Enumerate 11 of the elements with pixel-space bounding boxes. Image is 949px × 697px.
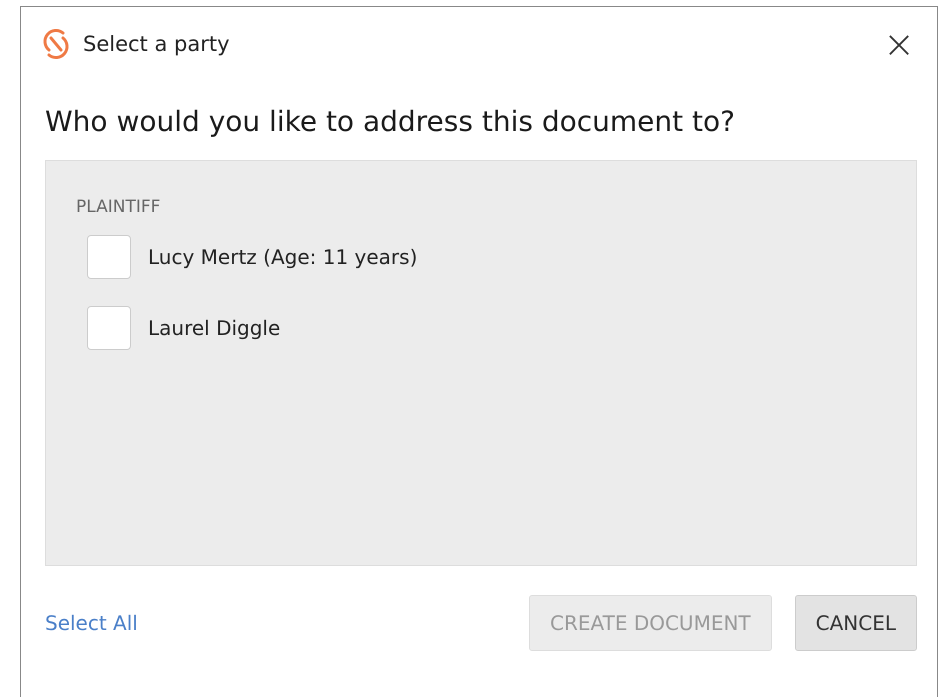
party-name: Laurel Diggle <box>148 316 280 340</box>
party-name: Lucy Mertz (Age: 11 years) <box>148 245 418 269</box>
checkbox[interactable] <box>87 306 131 350</box>
window-title: Select a party <box>83 32 230 56</box>
logo-icon <box>41 28 71 60</box>
dialog-button[interactable]: CANCEL <box>794 595 917 651</box>
select-all-link[interactable]: Select All <box>45 611 138 635</box>
dialog-heading: Who would you like to address this document to? <box>45 105 736 138</box>
checkbox[interactable] <box>87 235 131 279</box>
close-button[interactable]: × <box>881 25 917 63</box>
group-label: PLAINTIFF <box>76 197 162 217</box>
